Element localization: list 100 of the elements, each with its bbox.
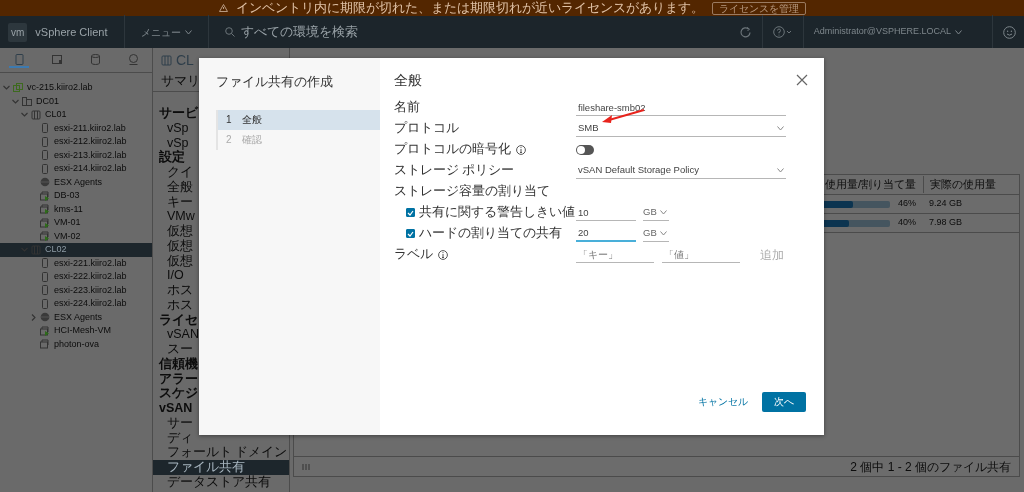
chevron-icon: [777, 167, 784, 173]
menu-item[interactable]: 仮想: [161, 238, 199, 254]
tree-item[interactable]: esxi-214.kiiro2.lab: [0, 162, 152, 176]
tree-item[interactable]: CL02: [0, 243, 152, 257]
quota-field[interactable]: 20: [576, 225, 636, 242]
search-field[interactable]: すべての環境を検索: [238, 21, 439, 43]
tree-item[interactable]: VM-02: [0, 229, 152, 243]
unit-select[interactable]: GB: [643, 204, 669, 221]
refresh-icon[interactable]: [738, 25, 752, 39]
tree-item[interactable]: DC01: [0, 94, 152, 108]
next-button[interactable]: 次へ: [762, 391, 806, 412]
menu-item[interactable]: VMw: [161, 209, 201, 224]
menu-heading: アラー: [158, 371, 199, 387]
checkbox[interactable]: [406, 229, 415, 238]
field-label: 名前: [394, 99, 420, 117]
table-cell-text: 7.98 GB: [928, 216, 964, 230]
menu-item[interactable]: ファイル共有: [153, 460, 289, 475]
quota-field[interactable]: 10: [576, 204, 636, 221]
chevron-icon: [659, 209, 667, 215]
tree-item[interactable]: esxi-212.kiiro2.lab: [0, 135, 152, 149]
menu-item[interactable]: サー: [161, 415, 199, 431]
network-icon: [127, 53, 139, 65]
wizard-step[interactable]: 2 確認: [218, 129, 380, 150]
wizard-step[interactable]: 1 全般: [218, 109, 380, 130]
menu-item[interactable]: スー: [161, 342, 199, 357]
warning-icon: [218, 4, 228, 12]
host-icon: [40, 271, 50, 282]
menu-item[interactable]: vSp: [161, 135, 195, 151]
user-menu[interactable]: Administrator@VSPHERE.LOCAL: [813, 25, 962, 39]
chevron-icon: [777, 125, 784, 131]
menu-item[interactable]: ホス: [161, 283, 199, 298]
globe-icon: [40, 312, 50, 323]
vm-running-icon: [40, 231, 50, 242]
tree-item[interactable]: ESX Agents: [0, 175, 152, 189]
tree-item[interactable]: ESX Agents: [0, 310, 152, 324]
toggle-switch[interactable]: [576, 144, 594, 155]
caret-down-icon[interactable]: [2, 83, 11, 93]
summary-tab[interactable]: サマリ: [161, 74, 200, 88]
tree-item[interactable]: esxi-211.kiiro2.lab: [0, 121, 152, 135]
menu-item[interactable]: ディ: [161, 430, 199, 446]
vm-running-icon: [40, 325, 50, 336]
menu-item[interactable]: キー: [161, 194, 199, 210]
cancel-button[interactable]: キャンセル: [690, 390, 756, 413]
cluster-icon: [31, 109, 41, 120]
chevron-icon: [659, 230, 667, 236]
tree-item[interactable]: kms-11: [0, 202, 152, 216]
menu-item[interactable]: I/O: [161, 268, 190, 283]
tree-item[interactable]: esxi-222.kiiro2.lab: [0, 270, 152, 284]
table-cell-text: 9.24 GB: [928, 197, 964, 211]
menu-item[interactable]: vSp: [161, 120, 195, 136]
unit-select[interactable]: GB: [643, 225, 669, 242]
key-field[interactable]: 「キー」: [576, 246, 654, 263]
menu-item[interactable]: 仮想: [161, 224, 199, 239]
manage-licenses-button[interactable]: ライセンスを管理: [711, 1, 806, 15]
menu-heading: 設定: [158, 150, 185, 165]
progress-bar: [822, 219, 890, 227]
menu-item[interactable]: クイ: [161, 165, 199, 180]
product-logo: vm: [8, 22, 28, 42]
vm-running-icon: [40, 217, 50, 228]
menu-item[interactable]: ホス: [161, 297, 199, 313]
tree-item[interactable]: VM-01: [0, 216, 152, 230]
vm-running-icon: [40, 204, 50, 215]
tree-item[interactable]: esxi-221.kiiro2.lab: [0, 256, 152, 270]
field-label: ストレージ ポリシー: [394, 162, 515, 180]
help-icon[interactable]: [772, 26, 793, 38]
caret-right-icon[interactable]: [29, 312, 38, 322]
tree-item[interactable]: photon-ova: [0, 337, 152, 351]
menu-item[interactable]: フォールト ドメイン: [161, 445, 294, 460]
checkbox[interactable]: [406, 208, 415, 217]
percent-text: 40%: [898, 216, 916, 230]
info-icon[interactable]: [438, 249, 448, 260]
select-field[interactable]: vSAN Default Storage Policy: [576, 162, 786, 179]
menu-heading: vSAN: [158, 401, 194, 416]
smiley-icon[interactable]: [1003, 25, 1016, 39]
value-field[interactable]: 「値」: [662, 246, 740, 263]
search-icon: [224, 27, 235, 37]
close-button[interactable]: [796, 72, 808, 84]
menu-item[interactable]: データストア共有: [161, 474, 277, 490]
select-field[interactable]: SMB: [576, 120, 786, 137]
menu-item[interactable]: 仮想: [161, 253, 199, 269]
menu-heading: 信頼機: [157, 356, 199, 372]
tree-item[interactable]: vc-215.kiiro2.lab: [0, 81, 152, 95]
tree-item[interactable]: DB-03: [0, 189, 152, 203]
tree-item[interactable]: CL01: [0, 108, 152, 122]
menu-heading: スケジ: [158, 386, 199, 401]
columns-icon[interactable]: [302, 462, 310, 471]
product-name: vSphere Client: [35, 24, 108, 40]
name-field[interactable]: fileshare-smb02: [576, 99, 786, 116]
storage-icon: [89, 53, 101, 65]
menu-dropdown[interactable]: メニュー: [140, 24, 192, 40]
host-icon: [40, 163, 50, 174]
view-tab[interactable]: [9, 52, 29, 68]
menu-item[interactable]: 全般: [161, 179, 199, 195]
caret-down-icon[interactable]: [20, 110, 29, 120]
host-icon: [40, 123, 50, 134]
tree-item[interactable]: esxi-213.kiiro2.lab: [0, 148, 152, 162]
tree-item[interactable]: esxi-224.kiiro2.lab: [0, 297, 152, 311]
info-icon[interactable]: [516, 144, 526, 155]
tree-item[interactable]: HCI-Mesh-VM: [0, 324, 152, 338]
tree-item[interactable]: esxi-223.kiiro2.lab: [0, 283, 152, 297]
